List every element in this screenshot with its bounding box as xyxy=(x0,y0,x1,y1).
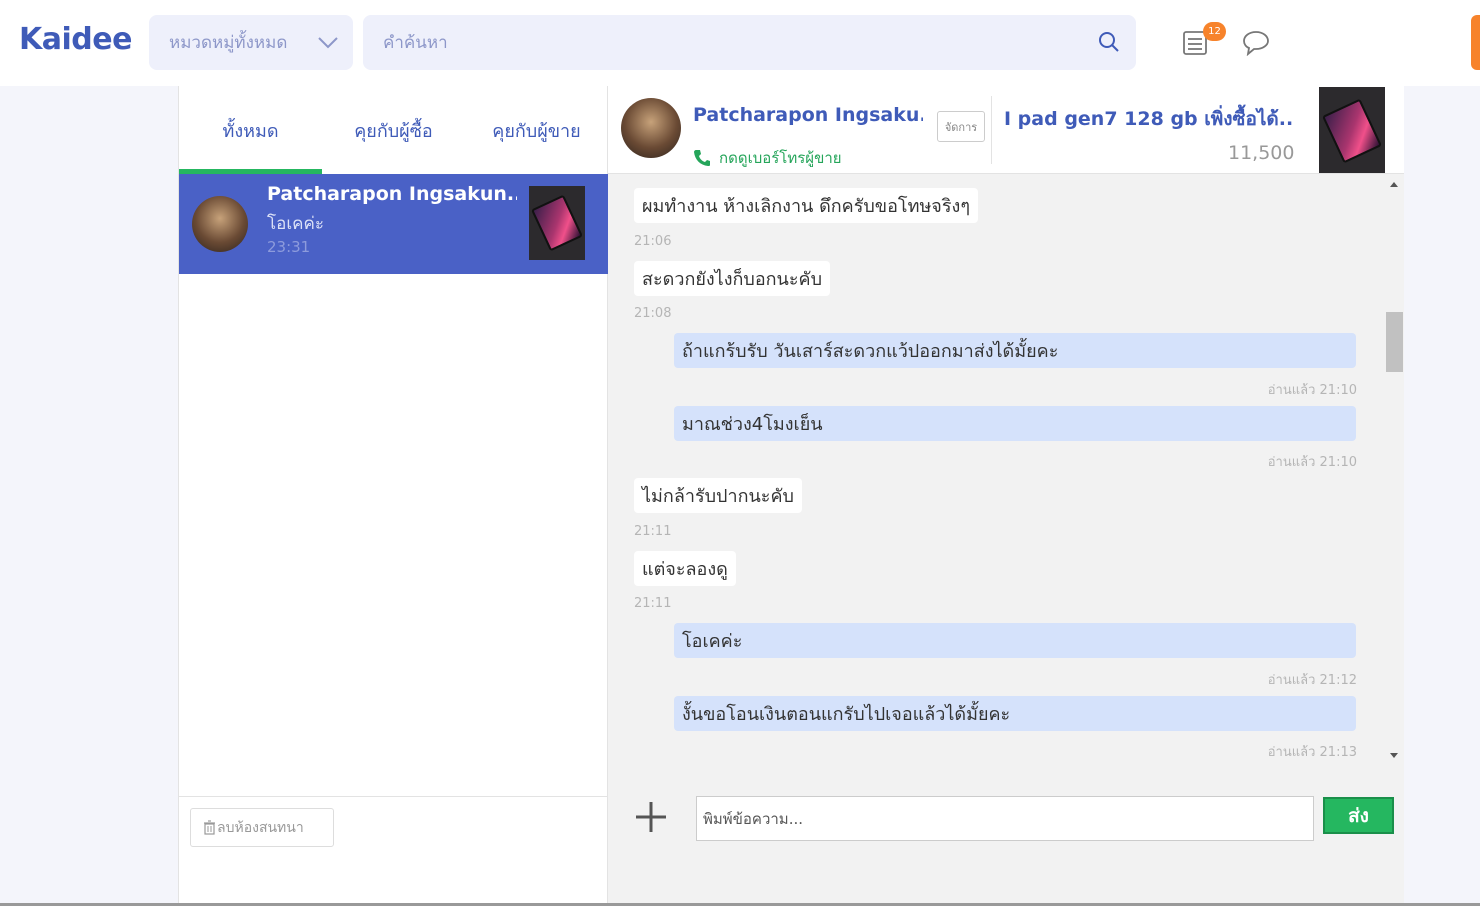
product-price: 11,500 xyxy=(1228,142,1295,164)
message-outgoing: งั้นขอโอนเงินตอนแกรับไปเจอแล้วได้มั้ยคะ xyxy=(674,696,1356,731)
conversation-name: Patcharapon Ingsakun... xyxy=(267,183,517,205)
message-incoming: ผมทำงาน ห้างเลิกงาน ดึกครับขอโทษจริงๆ xyxy=(634,188,978,223)
manage-button[interactable]: จัดการ xyxy=(937,111,985,142)
tab-buyers[interactable]: คุยกับผู้ซื้อ xyxy=(322,86,465,174)
trash-icon xyxy=(204,820,215,835)
conversation-list-panel: ทั้งหมด คุยกับผู้ซื้อ คุยกับผู้ขาย Patch… xyxy=(179,86,608,906)
message-outgoing: โอเคค่ะ xyxy=(674,623,1356,658)
search-bar xyxy=(363,15,1136,70)
delete-room-label: ลบห้องสนทนา xyxy=(217,819,304,836)
category-select-label: หมวดหมู่ทั้งหมด xyxy=(169,33,288,53)
chat-partner-name[interactable]: Patcharapon Ingsaku... xyxy=(693,104,923,126)
show-phone-link[interactable]: กดดูเบอร์โทรผู้ขาย xyxy=(693,146,842,170)
show-phone-label: กดดูเบอร์โทรผู้ขาย xyxy=(719,149,842,167)
search-input[interactable] xyxy=(383,32,1063,53)
notification-badge: 12 xyxy=(1203,22,1226,41)
message-incoming: สะดวกยังไงก็บอกนะคับ xyxy=(634,261,830,296)
message-read-time: อ่านแล้ว 21:10 xyxy=(1267,383,1357,398)
message-time: 21:11 xyxy=(634,596,672,611)
post-ad-button-edge[interactable] xyxy=(1471,15,1480,70)
left-footer: ลบห้องสนทนา xyxy=(179,796,608,906)
product-thumbnail[interactable] xyxy=(1319,87,1385,173)
message-read-time: อ่านแล้ว 21:12 xyxy=(1267,673,1357,688)
message-read-time: อ่านแล้ว 21:10 xyxy=(1267,455,1357,470)
conversation-item-selected[interactable]: Patcharapon Ingsakun... โอเคค่ะ 23:31 xyxy=(179,174,608,274)
kaidee-logo[interactable]: Kaidee xyxy=(19,22,132,57)
product-thumbnail xyxy=(529,186,585,260)
message-outgoing: มาณช่วง4โมงเย็น xyxy=(674,406,1356,441)
chat-bubble-icon[interactable] xyxy=(1242,30,1270,56)
message-incoming: ไม่กล้ารับปากนะคับ xyxy=(634,478,802,513)
header-divider xyxy=(991,96,992,164)
chat-panel: Patcharapon Ingsaku... กดดูเบอร์โทรผู้ขา… xyxy=(608,86,1404,906)
delete-room-button[interactable]: ลบห้องสนทนา xyxy=(190,808,334,847)
scroll-down-arrow[interactable] xyxy=(1390,753,1398,758)
category-select[interactable]: หมวดหมู่ทั้งหมด xyxy=(149,15,353,70)
product-title[interactable]: I pad gen7 128 gb เพิ่งซื้อได้... xyxy=(1004,104,1294,134)
message-time: 21:08 xyxy=(634,306,672,321)
message-read-time: อ่านแล้ว 21:13 xyxy=(1267,745,1357,760)
message-list: ผมทำงาน ห้างเลิกงาน ดึกครับขอโทษจริงๆ 21… xyxy=(608,174,1404,766)
chat-header: Patcharapon Ingsaku... กดดูเบอร์โทรผู้ขา… xyxy=(608,86,1404,174)
chat-container: ทั้งหมด คุยกับผู้ซื้อ คุยกับผู้ขาย Patch… xyxy=(178,86,1404,906)
conversation-tabs: ทั้งหมด คุยกับผู้ซื้อ คุยกับผู้ขาย xyxy=(179,86,608,174)
message-outgoing: ถ้าแกร้บรับ วันเสาร์สะดวกแว้ปออกมาส่งได้… xyxy=(674,333,1356,368)
message-incoming: แต่จะลองดู xyxy=(634,551,736,586)
message-input[interactable] xyxy=(696,796,1314,841)
search-icon[interactable] xyxy=(1098,31,1120,53)
message-time: 21:06 xyxy=(634,234,672,249)
message-time: 21:11 xyxy=(634,524,672,539)
avatar[interactable] xyxy=(621,98,681,158)
send-button[interactable]: ส่ง xyxy=(1323,797,1394,834)
scroll-up-arrow[interactable] xyxy=(1390,182,1398,187)
tab-sellers[interactable]: คุยกับผู้ขาย xyxy=(465,86,608,174)
phone-icon xyxy=(694,150,710,166)
conversation-last-message: โอเคค่ะ xyxy=(267,214,325,234)
plus-icon[interactable] xyxy=(635,801,667,833)
top-header: Kaidee หมวดหมู่ทั้งหมด 12 xyxy=(0,0,1480,86)
tab-all[interactable]: ทั้งหมด xyxy=(179,86,322,174)
scroll-thumb[interactable] xyxy=(1386,312,1403,372)
message-composer: ส่ง xyxy=(608,766,1404,906)
chevron-down-icon xyxy=(318,37,338,49)
message-scrollbar[interactable] xyxy=(1385,174,1404,766)
avatar xyxy=(192,196,248,252)
conversation-time: 23:31 xyxy=(267,238,311,256)
